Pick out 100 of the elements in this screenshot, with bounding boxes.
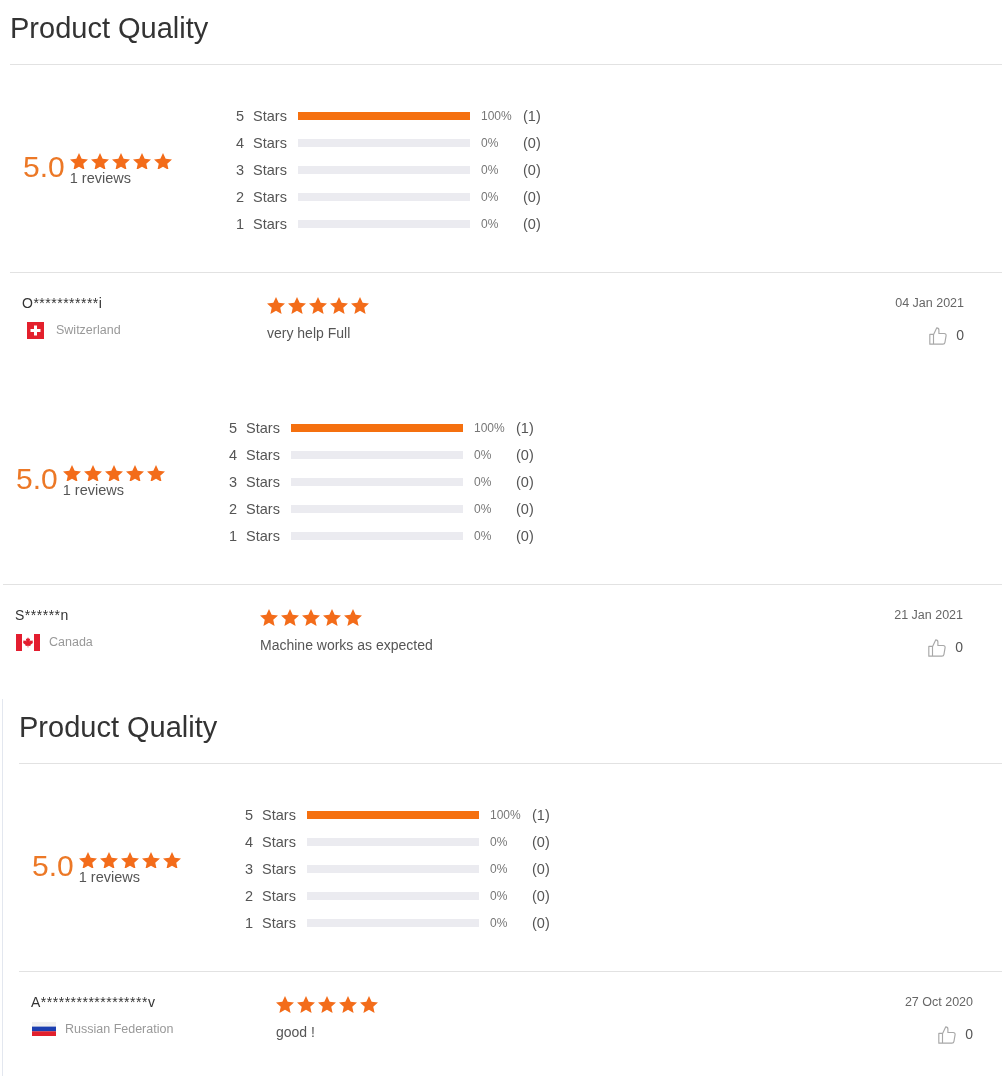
canada-flag-icon xyxy=(16,633,40,651)
section-title: Product Quality xyxy=(19,710,218,744)
percent-label: 0% xyxy=(490,888,509,903)
star-level-label: 1 Stars xyxy=(229,527,281,544)
star-icon xyxy=(297,996,315,1013)
star-level-label: 4 Stars xyxy=(229,446,281,463)
star-icon xyxy=(339,996,357,1013)
rating-score: 5.0 xyxy=(32,850,74,881)
star-icon xyxy=(111,152,130,170)
star-icon xyxy=(276,996,294,1013)
star-icon xyxy=(104,464,123,482)
percent-label: 0% xyxy=(474,528,493,543)
count-label: (0) xyxy=(523,215,541,232)
count-label: (0) xyxy=(532,887,550,904)
count-label: (0) xyxy=(532,914,550,931)
count-label: (0) xyxy=(516,500,534,517)
star-level-label: 3 Stars xyxy=(245,860,297,877)
percent-label: 0% xyxy=(474,474,493,489)
star-level-label: 2 Stars xyxy=(236,188,288,205)
percent-label: 0% xyxy=(490,834,509,849)
star-level-label: 5 Stars xyxy=(236,107,288,124)
star-icon xyxy=(153,152,172,170)
star-icon xyxy=(69,152,88,170)
review-count: 1 reviews xyxy=(62,482,125,499)
percent-label: 0% xyxy=(474,501,493,516)
star-icon xyxy=(120,851,139,869)
star-level-label: 3 Stars xyxy=(229,473,281,490)
review-count: 1 reviews xyxy=(78,869,141,886)
switzerland-flag-icon xyxy=(26,321,44,339)
country-name: Russian Federation xyxy=(65,1022,174,1036)
review-text: good ! xyxy=(276,1022,315,1041)
star-icon xyxy=(260,609,278,626)
count-label: (0) xyxy=(523,188,541,205)
count-label: (1) xyxy=(523,107,541,124)
count-label: (1) xyxy=(532,806,550,823)
star-icon xyxy=(90,152,109,170)
review-text: very help Full xyxy=(267,323,351,342)
thumbs-up-icon xyxy=(928,638,947,657)
percent-label: 0% xyxy=(490,915,509,930)
review-date: 27 Oct 2020 xyxy=(904,995,973,1010)
percent-label: 100% xyxy=(481,108,513,123)
percent-label: 100% xyxy=(490,807,522,822)
reviewer-name: O***********i xyxy=(22,295,104,312)
star-level-label: 5 Stars xyxy=(245,806,297,823)
like-button[interactable]: 0 xyxy=(928,638,963,657)
star-level-label: 3 Stars xyxy=(236,161,288,178)
star-icon xyxy=(141,851,160,869)
star-icon xyxy=(125,464,144,482)
review-date: 04 Jan 2021 xyxy=(895,296,964,311)
like-button[interactable]: 0 xyxy=(929,326,964,345)
star-level-label: 5 Stars xyxy=(229,419,281,436)
percent-label: 0% xyxy=(481,216,500,231)
star-level-label: 2 Stars xyxy=(245,887,297,904)
thumbs-up-icon xyxy=(929,326,948,345)
thumbs-up-icon xyxy=(938,1025,957,1044)
like-button[interactable]: 0 xyxy=(938,1025,973,1044)
rating-score: 5.0 xyxy=(16,463,58,494)
star-icon xyxy=(323,609,341,626)
star-icon xyxy=(360,996,378,1013)
reviewer-name: S******n xyxy=(15,607,70,624)
count-label: (0) xyxy=(516,527,534,544)
star-icon xyxy=(62,464,81,482)
star-level-label: 4 Stars xyxy=(245,833,297,850)
count-label: (0) xyxy=(532,833,550,850)
review-text: Machine works as expected xyxy=(260,635,433,654)
star-icon xyxy=(83,464,102,482)
star-icon xyxy=(281,609,299,626)
star-icon xyxy=(309,297,327,314)
star-icon xyxy=(302,609,320,626)
star-icon xyxy=(318,996,336,1013)
percent-label: 0% xyxy=(481,189,500,204)
review-count: 1 reviews xyxy=(69,170,132,187)
star-level-label: 2 Stars xyxy=(229,500,281,517)
star-icon xyxy=(132,152,151,170)
star-icon xyxy=(288,297,306,314)
russia-flag-icon xyxy=(32,1022,56,1036)
count-label: (0) xyxy=(532,860,550,877)
star-level-label: 1 Stars xyxy=(236,215,288,232)
star-icon xyxy=(146,464,165,482)
count-label: (0) xyxy=(516,473,534,490)
percent-label: 0% xyxy=(481,162,500,177)
count-label: (0) xyxy=(523,161,541,178)
star-icon xyxy=(162,851,181,869)
star-icon xyxy=(267,297,285,314)
star-level-label: 1 Stars xyxy=(245,914,297,931)
percent-label: 0% xyxy=(474,447,493,462)
percent-label: 0% xyxy=(490,861,509,876)
count-label: (0) xyxy=(516,446,534,463)
star-icon xyxy=(330,297,348,314)
percent-label: 0% xyxy=(481,135,500,150)
count-label: (1) xyxy=(516,419,534,436)
section-title: Product Quality xyxy=(10,11,209,45)
review-date: 21 Jan 2021 xyxy=(894,608,963,623)
star-icon xyxy=(344,609,362,626)
percent-label: 100% xyxy=(474,420,506,435)
reviewer-name: A******************v xyxy=(31,994,157,1011)
rating-score: 5.0 xyxy=(23,151,65,182)
star-icon xyxy=(99,851,118,869)
count-label: (0) xyxy=(523,134,541,151)
star-level-label: 4 Stars xyxy=(236,134,288,151)
